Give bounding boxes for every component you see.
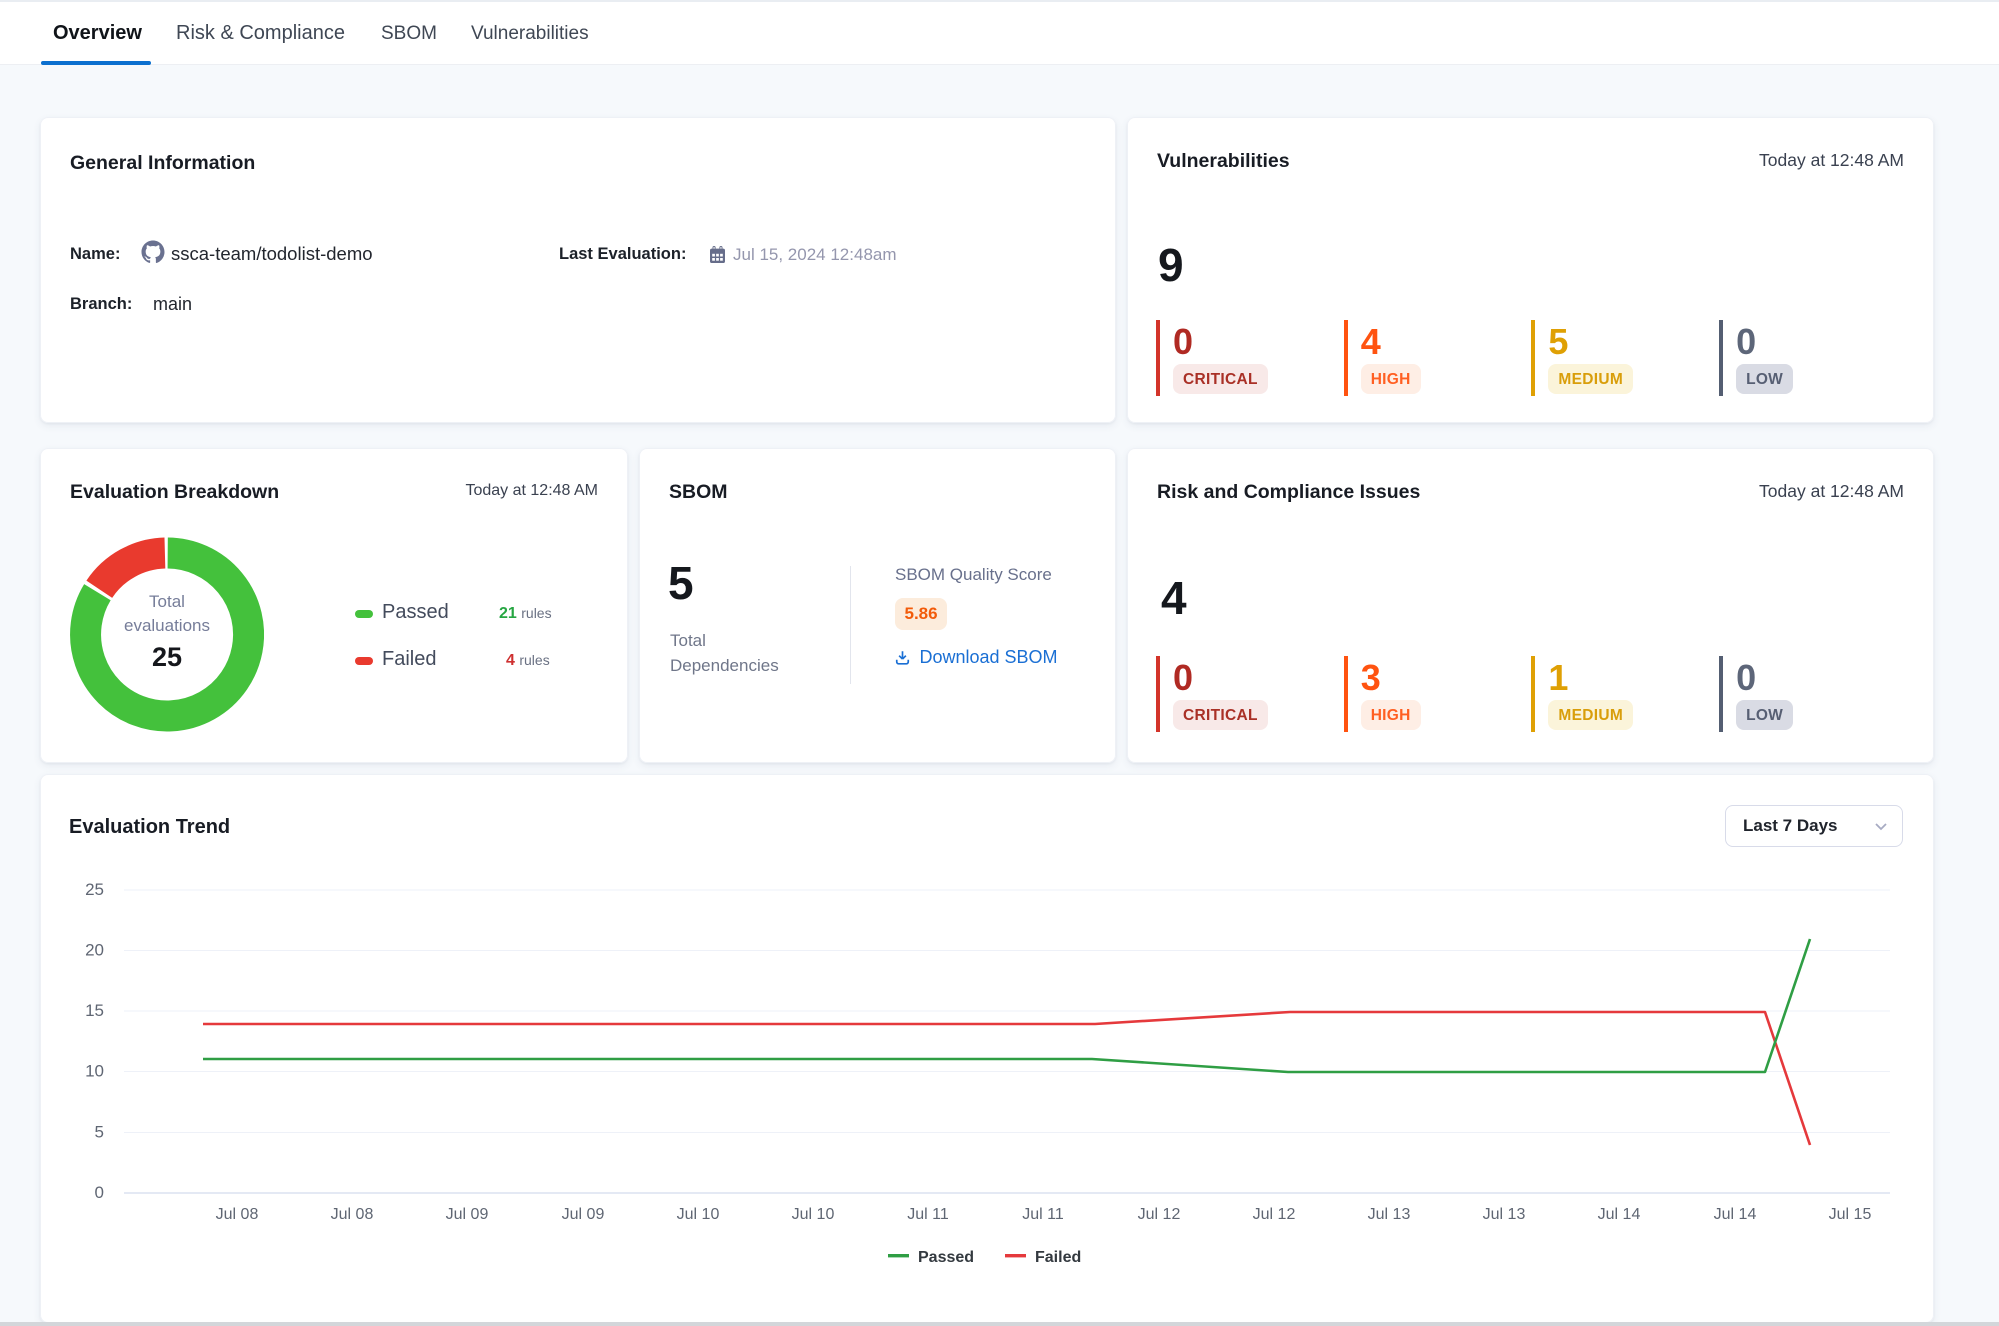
svg-text:Jul 13: Jul 13	[1483, 1206, 1526, 1223]
svg-text:25: 25	[85, 880, 104, 899]
svg-text:Jul 09: Jul 09	[446, 1206, 489, 1223]
svg-text:Jul 08: Jul 08	[216, 1206, 259, 1223]
svg-text:Jul 08: Jul 08	[331, 1206, 374, 1223]
svg-text:Jul 10: Jul 10	[792, 1206, 835, 1223]
svg-text:Passed: Passed	[918, 1249, 974, 1266]
svg-text:10: 10	[85, 1062, 104, 1081]
svg-text:Jul 11: Jul 11	[1022, 1206, 1064, 1223]
svg-text:Failed: Failed	[1035, 1249, 1081, 1266]
svg-text:Jul 10: Jul 10	[677, 1206, 720, 1223]
svg-text:Jul 14: Jul 14	[1598, 1206, 1641, 1223]
svg-text:Jul 15: Jul 15	[1829, 1206, 1872, 1223]
svg-text:Jul 09: Jul 09	[562, 1206, 605, 1223]
svg-text:20: 20	[85, 941, 104, 960]
svg-text:Jul 12: Jul 12	[1253, 1206, 1296, 1223]
svg-text:Jul 11: Jul 11	[907, 1206, 949, 1223]
svg-text:Jul 14: Jul 14	[1714, 1206, 1757, 1223]
svg-text:5: 5	[95, 1123, 104, 1142]
svg-text:Jul 13: Jul 13	[1368, 1206, 1411, 1223]
svg-text:0: 0	[95, 1183, 104, 1202]
svg-text:Jul 12: Jul 12	[1138, 1206, 1181, 1223]
svg-text:15: 15	[85, 1001, 104, 1020]
